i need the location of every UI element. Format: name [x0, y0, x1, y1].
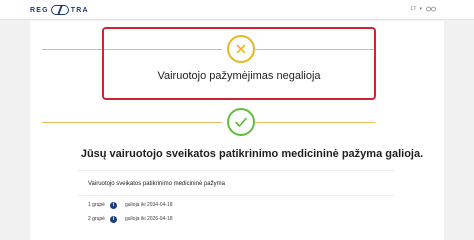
error-status-box: Vairuotojo pažymėjimas negalioja — [102, 27, 376, 100]
top-bar: REG TRA LT ▾ — [0, 0, 474, 20]
chevron-down-icon: ▾ — [419, 6, 422, 12]
group-row: 2 grupė i galioja iki 2026-04-18 — [88, 214, 173, 224]
info-icon[interactable]: i — [110, 215, 117, 223]
eye-icon[interactable] — [426, 6, 436, 14]
language-label: LT — [411, 6, 417, 12]
divider-right-bottom — [255, 122, 375, 123]
logo-text-right: TRA — [70, 6, 89, 14]
language-selector[interactable]: LT ▾ — [411, 6, 422, 12]
card-divider — [78, 195, 394, 196]
logo-text-left: REG — [30, 6, 49, 14]
check-circle-icon — [227, 108, 255, 136]
success-message: Jūsų vairuotojo sveikatos patikrinimo me… — [80, 148, 424, 160]
group-label: 2 grupė — [88, 216, 105, 222]
info-icon[interactable]: i — [110, 201, 117, 209]
group-validity: galioja iki 2034-04-18 — [125, 202, 173, 208]
error-message: Vairuotojo pažymėjimas negalioja — [157, 70, 321, 82]
group-validity: galioja iki 2026-04-18 — [125, 216, 173, 222]
card-title: Vairuotojo sveikatos patikrinimo medicin… — [88, 181, 225, 187]
divider-left-bottom — [42, 122, 222, 123]
group-row: 1 grupė i galioja iki 2034-04-18 — [88, 200, 173, 210]
regitra-logo[interactable]: REG TRA — [30, 4, 89, 16]
group-label: 1 grupė — [88, 202, 105, 208]
logo-mark-icon — [50, 5, 69, 15]
